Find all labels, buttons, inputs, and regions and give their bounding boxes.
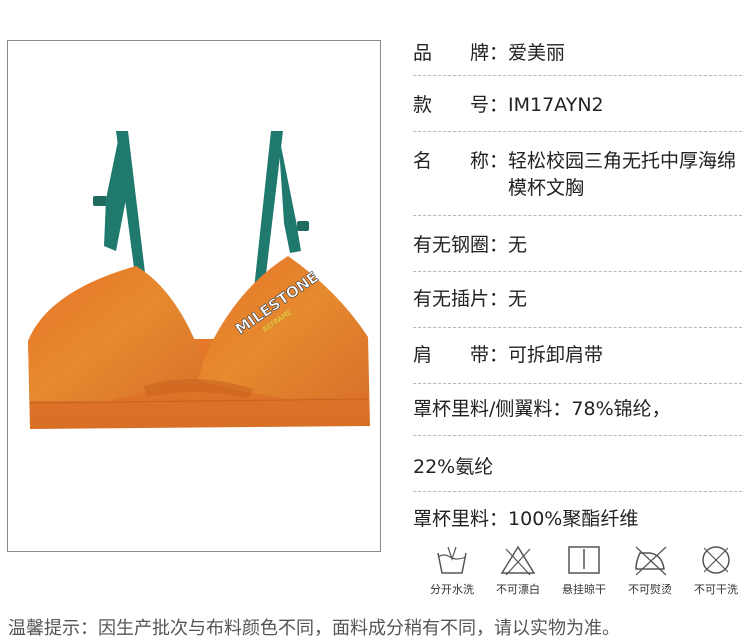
spec-value: 78%锦纶， — [571, 398, 671, 420]
spec-value: 可拆卸肩带 — [508, 344, 604, 366]
care-label: 不可漂白 — [496, 583, 540, 596]
spec-label: 有无钢圈： — [413, 234, 509, 256]
spec-list: 品 牌： 爱美丽 款 号： IM17AYN2 名 称： 轻松校园三角无托中厚海绵… — [413, 28, 742, 548]
care-item: 悬挂晾干 — [552, 543, 616, 599]
care-label: 不可熨烫 — [628, 583, 672, 596]
spec-value: 无 — [508, 234, 528, 256]
spec-label: 罩杯里料： — [413, 508, 509, 530]
spec-value: 轻松校园三角无托中厚海绵模杯文胸 — [508, 150, 737, 199]
no-iron-icon — [635, 546, 667, 576]
spec-row-lining: 罩杯里料/侧翼料： 78%锦纶， — [413, 384, 742, 436]
spec-value: IM17AYN2 — [508, 94, 604, 116]
notice-text: 温馨提示：因生产批次与布料颜色不同，面料成分稍有不同，请以实物为准。 — [8, 618, 620, 639]
spec-label: 罩杯里料/侧翼料： — [413, 398, 572, 420]
care-label: 不可干洗 — [694, 583, 738, 596]
spec-label: 名 称： — [413, 150, 509, 172]
care-item: 不可干洗 — [684, 543, 748, 599]
spec-label: 肩 带： — [413, 344, 509, 366]
spec-row-insert: 有无插片： 无 — [413, 272, 742, 328]
spec-value: 100%聚酯纤维 — [508, 508, 639, 530]
spec-row-wire: 有无钢圈： 无 — [413, 216, 742, 272]
care-label: 分开水洗 — [430, 583, 474, 596]
spec-value: 无 — [508, 288, 528, 310]
no-bleach-icon — [500, 545, 536, 576]
care-item: 不可熨烫 — [618, 543, 682, 599]
spec-row-brand: 品 牌： 爱美丽 — [413, 28, 742, 76]
spec-label: 款 号： — [413, 94, 509, 116]
spec-row-name: 名 称： 轻松校园三角无托中厚海绵模杯文胸 — [413, 132, 742, 216]
spec-row-model: 款 号： IM17AYN2 — [413, 76, 742, 132]
spec-row-strap: 肩 带： 可拆卸肩带 — [413, 328, 742, 384]
spec-row-cup-lining: 罩杯里料： 100%聚酯纤维 — [413, 492, 742, 548]
spec-value: 爱美丽 — [508, 42, 566, 64]
spec-value: 22%氨纶 — [413, 456, 494, 478]
hang-dry-icon — [568, 546, 600, 574]
care-label: 悬挂晾干 — [562, 583, 606, 596]
spec-row-lining-cont: 22%氨纶 — [413, 436, 742, 492]
no-dry-clean-icon — [702, 546, 730, 574]
care-instructions: 分开水洗 不可漂白 悬挂晾干 不可熨烫 不可干洗 — [420, 543, 750, 599]
spec-label: 有无插片： — [413, 288, 509, 310]
care-item: 分开水洗 — [420, 543, 484, 599]
product-photo: MILESTONE REFRAME — [7, 40, 381, 552]
spec-label: 品 牌： — [413, 42, 509, 64]
bra-illustration: MILESTONE REFRAME — [28, 131, 370, 429]
hand-wash-icon — [437, 546, 467, 574]
care-item: 不可漂白 — [486, 543, 550, 599]
